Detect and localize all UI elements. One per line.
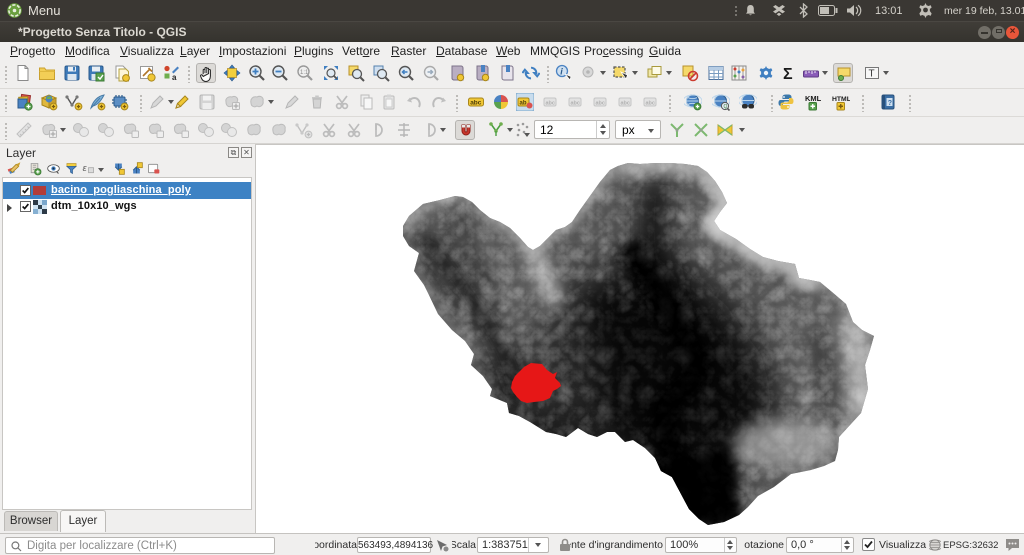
svg-text:T: T	[869, 69, 875, 80]
svg-text:abc: abc	[571, 100, 580, 106]
svg-text:abc: abc	[596, 100, 605, 106]
svg-text:abc: abc	[621, 100, 630, 106]
svg-text:?: ?	[888, 100, 892, 107]
svg-text:HTML: HTML	[832, 96, 850, 103]
svg-text:Q: Q	[724, 104, 728, 110]
svg-text:abc: abc	[646, 100, 655, 106]
svg-text:1:1: 1:1	[300, 70, 309, 76]
svg-text:abc: abc	[470, 100, 482, 107]
svg-text:abc: abc	[546, 100, 555, 106]
svg-text:ε: ε	[83, 163, 88, 173]
svg-text:ab: ab	[520, 101, 527, 107]
svg-text:a: a	[172, 73, 177, 82]
svg-text:KML: KML	[805, 94, 822, 103]
svg-text:Σ: Σ	[783, 66, 793, 82]
